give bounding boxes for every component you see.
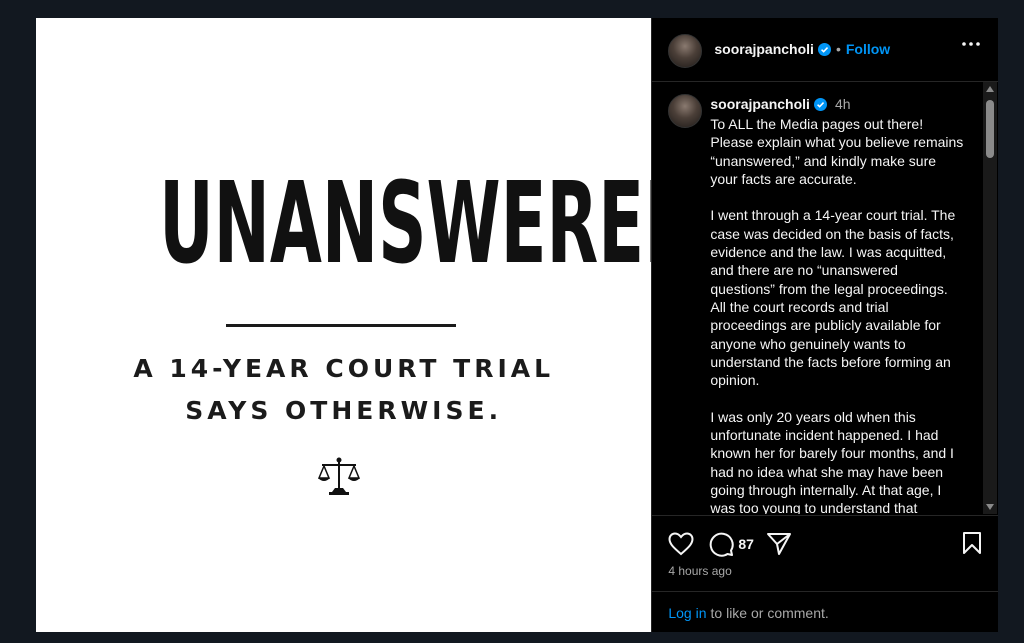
bookmark-icon[interactable]	[962, 531, 982, 555]
login-prompt-text: to like or comment.	[710, 605, 829, 621]
verified-badge-icon	[817, 42, 831, 56]
login-link[interactable]: Log in	[668, 605, 706, 621]
scrollbar-thumb[interactable]	[986, 100, 994, 158]
verified-badge-icon	[813, 97, 827, 111]
comment-count: 87	[738, 536, 754, 552]
caption-avatar[interactable]	[668, 94, 703, 128]
comment-button[interactable]	[708, 531, 735, 557]
caption-username[interactable]: soorajpancholi	[710, 96, 810, 112]
post-sidebar: soorajpancholi • Follow soorajpancholi 4…	[651, 18, 999, 634]
image-subline-1: A 14-YEAR COURT TRIAL	[133, 354, 555, 383]
header-user: soorajpancholi • Follow	[714, 41, 890, 57]
like-button[interactable]	[668, 532, 694, 556]
action-row: 87	[668, 531, 792, 557]
posted-time[interactable]: 4 hours ago	[668, 564, 731, 578]
header-username[interactable]: soorajpancholi	[714, 41, 814, 57]
image-headline: UNANSWERED?	[159, 159, 651, 289]
comments-scrollbar[interactable]	[983, 82, 997, 514]
post-image: UNANSWERED? A 14-YEAR COURT TRIAL SAYS O…	[36, 18, 652, 632]
comment-icon	[710, 532, 735, 557]
scales-of-justice-icon	[318, 457, 360, 495]
heart-icon	[668, 532, 694, 556]
caption-text: To ALL the Media pages out there! Please…	[710, 116, 964, 514]
post-actions: 87 4 hours ago Log in to like or comment…	[652, 515, 999, 634]
scroll-up-arrow-icon[interactable]	[986, 86, 994, 92]
share-icon	[766, 533, 791, 555]
post-header: soorajpancholi • Follow	[652, 18, 998, 82]
image-subline-2: SAYS OTHERWISE.	[185, 396, 503, 425]
more-options-icon[interactable]	[962, 42, 980, 46]
follow-button[interactable]: Follow	[846, 41, 890, 57]
login-prompt: Log in to like or comment.	[652, 591, 999, 634]
caption-time[interactable]: 4h	[835, 96, 851, 112]
caption-header: soorajpancholi 4h	[710, 96, 850, 112]
share-button[interactable]	[766, 532, 792, 556]
comments-section: soorajpancholi 4h To ALL the Media pages…	[652, 82, 998, 514]
separator-dot: •	[835, 41, 841, 57]
post-modal: UNANSWERED? A 14-YEAR COURT TRIAL SAYS O…	[36, 18, 999, 634]
avatar[interactable]	[668, 34, 703, 68]
scroll-down-arrow-icon[interactable]	[986, 504, 994, 510]
image-divider	[226, 324, 456, 327]
